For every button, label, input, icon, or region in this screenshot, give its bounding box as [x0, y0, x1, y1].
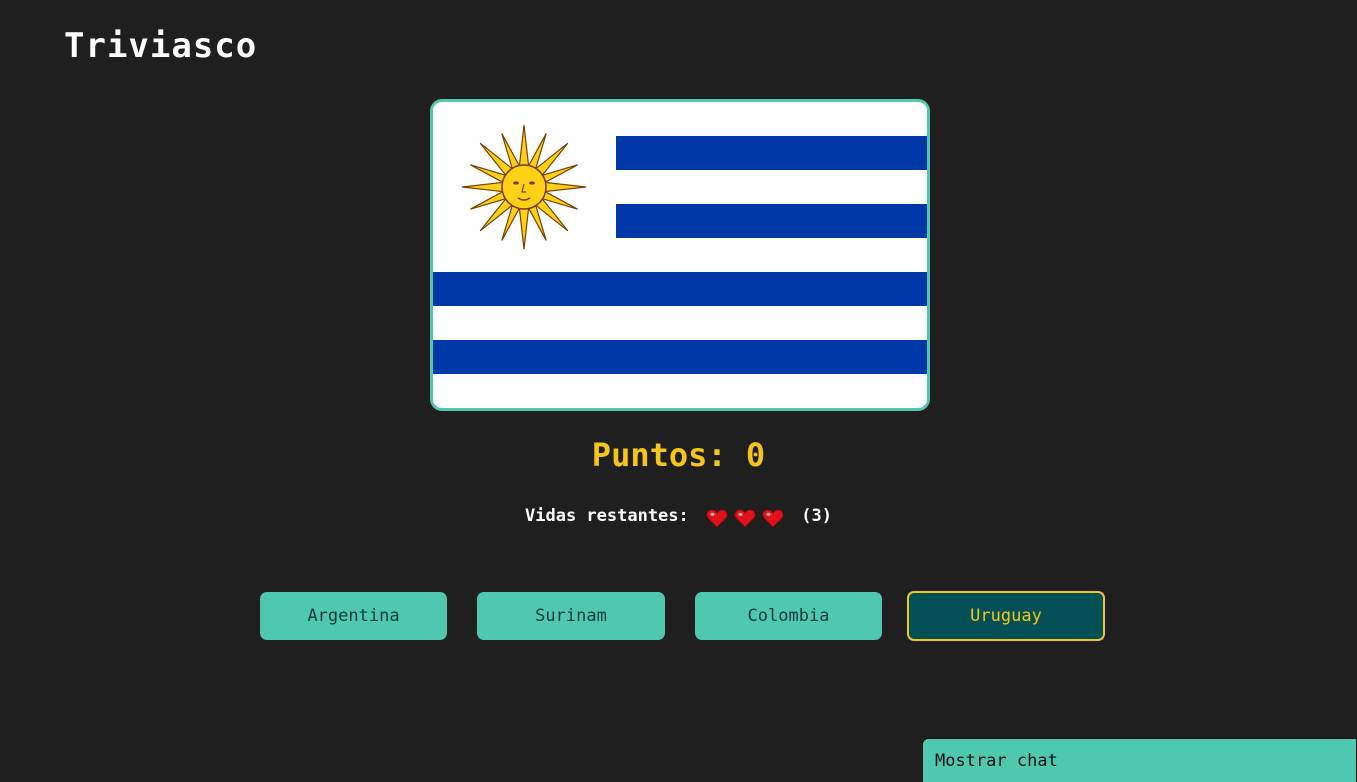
- lives-count: (3): [801, 506, 832, 526]
- heart-icon: [706, 509, 728, 528]
- answer-button-uruguay[interactable]: Uruguay: [907, 591, 1105, 641]
- lives-label: Vidas restantes:: [525, 506, 689, 526]
- heart-icon: [734, 509, 756, 528]
- uruguay-flag-icon: [433, 102, 927, 408]
- answer-options: Argentina Surinam Colombia Uruguay: [0, 591, 1357, 641]
- lives-display: Vidas restantes: (3): [0, 506, 1357, 528]
- score-display: Puntos: 0: [591, 436, 766, 474]
- answer-button-surinam[interactable]: Surinam: [477, 592, 665, 640]
- answer-button-argentina[interactable]: Argentina: [260, 592, 447, 640]
- flag-card: [430, 99, 930, 411]
- game-screen: Triviasco Puntos: 0 Vidas restantes: (3)…: [0, 0, 1357, 782]
- app-title: Triviasco: [64, 26, 258, 66]
- heart-icon: [762, 509, 784, 528]
- answer-button-colombia[interactable]: Colombia: [695, 592, 882, 640]
- show-chat-button[interactable]: Mostrar chat: [922, 738, 1357, 782]
- hearts-row: [703, 508, 787, 528]
